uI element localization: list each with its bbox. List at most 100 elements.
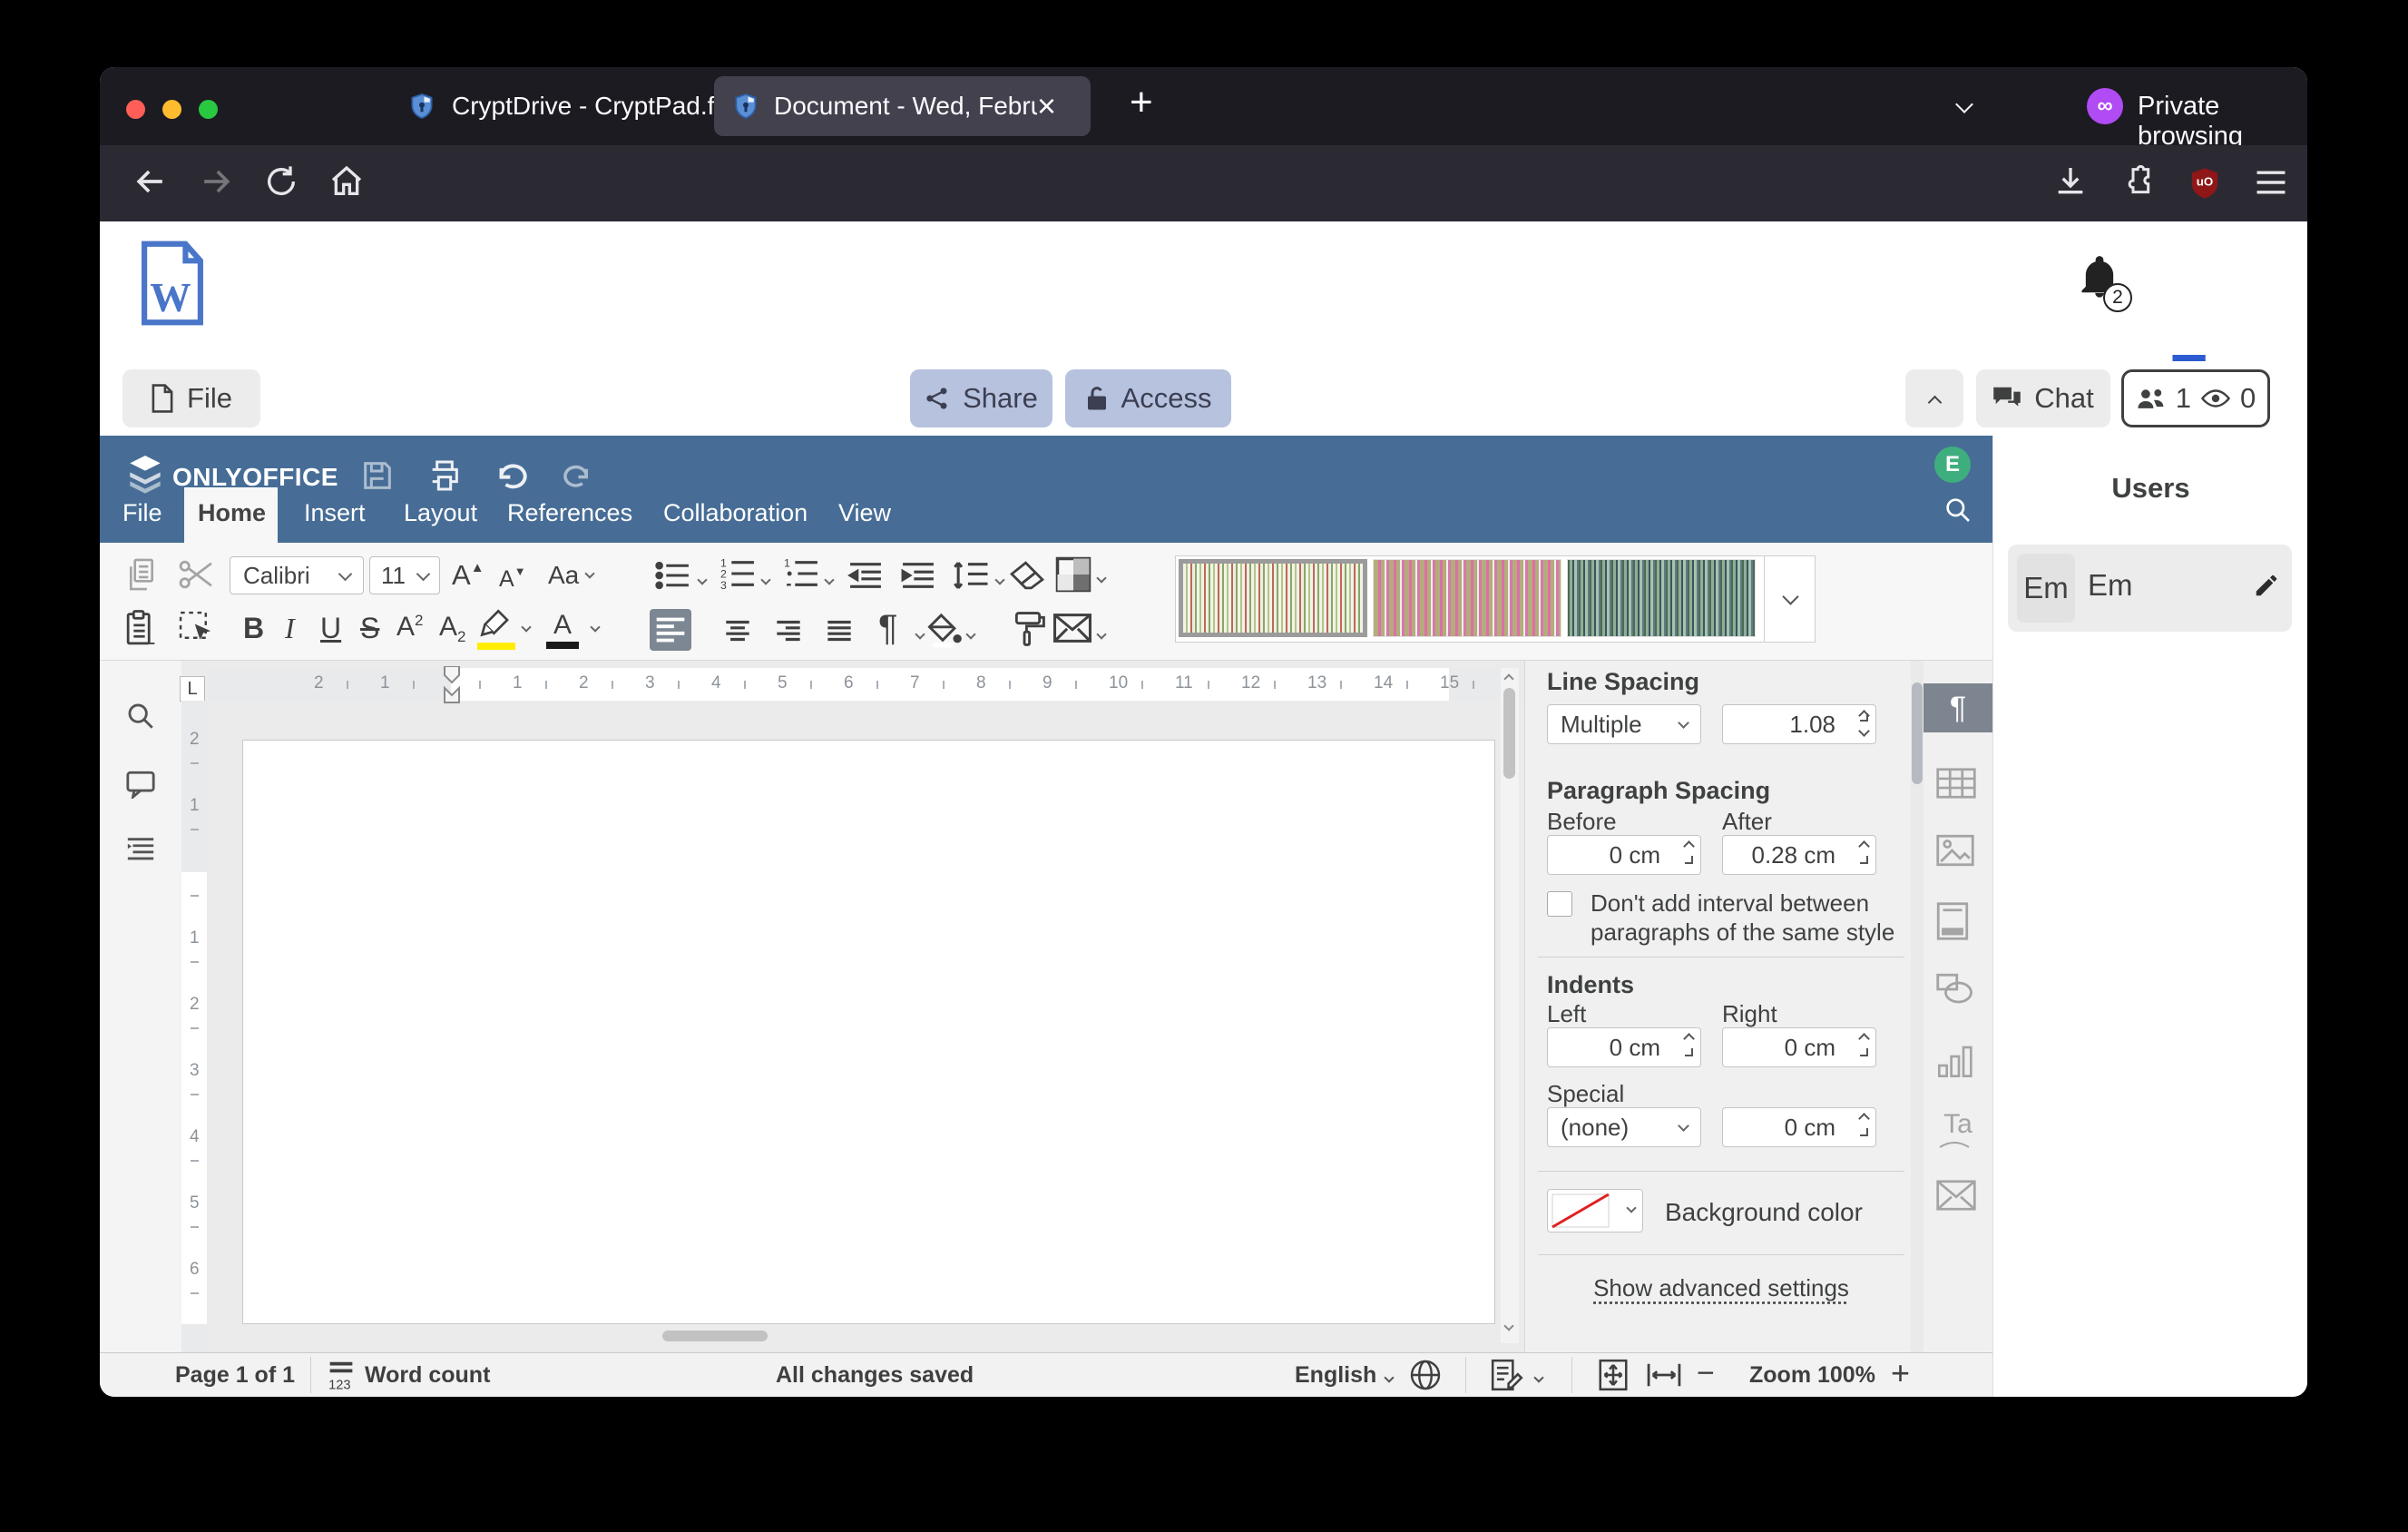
indent-left-input[interactable]: 0 cm [1547, 1027, 1701, 1067]
edit-name-pencil-icon[interactable] [2253, 572, 2280, 599]
zoom-in-button[interactable]: + [1891, 1354, 1910, 1392]
image-settings-tab[interactable] [1936, 834, 1980, 867]
table-settings-tab[interactable] [1936, 768, 1980, 800]
increase-indent-icon[interactable] [900, 559, 936, 592]
clear-style-eraser-icon[interactable] [1009, 559, 1045, 592]
background-color-swatch[interactable] [1547, 1189, 1643, 1232]
header-footer-settings-tab[interactable] [1936, 902, 1980, 935]
find-icon[interactable] [125, 701, 156, 732]
new-tab-button[interactable]: + [1130, 80, 1153, 125]
language-chevron[interactable] [1385, 1370, 1393, 1386]
strikethrough-button[interactable]: S [360, 612, 379, 645]
spacing-after-input[interactable]: 0.28 cm [1722, 835, 1876, 875]
share-button[interactable]: Share [910, 369, 1052, 427]
line-spacing-select[interactable]: Multiple [1547, 704, 1701, 744]
vertical-scrollbar-thumb[interactable] [1503, 688, 1515, 779]
reload-button[interactable] [263, 163, 299, 200]
increase-font-icon[interactable]: A▲ [452, 559, 485, 592]
menu-home-active[interactable]: Home [198, 499, 266, 527]
shape-settings-tab[interactable] [1936, 973, 1980, 1006]
fit-width-icon[interactable] [1646, 1361, 1682, 1389]
special-amount-input[interactable]: 0 cm [1722, 1107, 1876, 1147]
tab-document-active[interactable]: Document - Wed, February 5, 2 × [714, 76, 1091, 136]
font-size-select[interactable]: 11 [369, 556, 440, 594]
navigation-headings-icon[interactable] [125, 835, 156, 864]
paragraph-settings-tab-active[interactable]: ¶ [1923, 683, 1992, 732]
mail-merge-chevron[interactable] [1098, 626, 1105, 643]
tab-list-chevron-icon[interactable] [1958, 98, 1971, 115]
mail-merge-settings-tab[interactable] [1936, 1180, 1980, 1213]
menu-layout[interactable]: Layout [404, 499, 477, 527]
notifications-bell-icon[interactable]: 2 [2076, 254, 2123, 301]
page-indicator[interactable]: Page 1 of 1 [175, 1362, 295, 1389]
mail-merge-icon[interactable] [1052, 612, 1092, 644]
tab-close-icon[interactable]: × [1037, 87, 1056, 125]
menu-insert[interactable]: Insert [304, 499, 366, 527]
collapse-toolbar-button[interactable] [1905, 369, 1963, 427]
save-icon[interactable] [359, 457, 396, 494]
align-right-button[interactable] [771, 614, 806, 648]
paragraph-shading-bucket-icon[interactable] [924, 612, 962, 648]
bullet-list-chevron[interactable] [699, 572, 706, 588]
highlight-color-button[interactable] [477, 608, 515, 650]
extensions-puzzle-icon[interactable] [2119, 163, 2156, 200]
scroll-down-arrow[interactable] [1503, 1318, 1512, 1334]
spellcheck-globe-icon[interactable] [1409, 1359, 1442, 1391]
font-color-button[interactable]: A [546, 610, 579, 649]
multilevel-list-icon[interactable]: 1 [784, 555, 820, 592]
textart-settings-tab[interactable]: Ta [1936, 1109, 1980, 1142]
table-borders-icon[interactable] [1054, 555, 1092, 594]
bullet-list-icon[interactable] [655, 559, 691, 592]
fit-page-icon[interactable] [1597, 1358, 1630, 1392]
justify-button[interactable] [822, 614, 857, 648]
numbered-list-chevron[interactable] [762, 572, 769, 588]
styles-gallery-expand-chevron[interactable] [1764, 556, 1816, 642]
word-count-button[interactable]: Word count [365, 1362, 490, 1389]
presence-indicator[interactable]: 1 0 [2121, 369, 2270, 427]
access-button[interactable]: Access [1065, 369, 1231, 427]
zoom-out-button[interactable]: − [1697, 1356, 1715, 1391]
scroll-up-arrow[interactable] [1503, 670, 1512, 687]
style-thumb-normal-selected[interactable] [1179, 559, 1367, 637]
decrease-font-icon[interactable]: A▼ [499, 565, 526, 593]
bold-button[interactable]: B [243, 612, 264, 645]
line-spacing-icon[interactable] [953, 557, 989, 594]
chat-button[interactable]: Chat [1976, 369, 2110, 427]
font-color-chevron[interactable] [592, 619, 599, 635]
font-name-select[interactable]: Calibri [230, 556, 364, 594]
italic-button[interactable]: I [285, 612, 295, 645]
ublock-origin-icon[interactable]: uO [2187, 165, 2223, 201]
indent-marker[interactable] [439, 666, 465, 704]
track-changes-icon[interactable] [1490, 1358, 1524, 1392]
underline-button[interactable]: U [320, 612, 341, 645]
document-page[interactable] [242, 740, 1495, 1324]
menu-view[interactable]: View [838, 499, 891, 527]
decrease-indent-icon[interactable] [847, 559, 884, 592]
numbered-list-icon[interactable]: 123 [720, 555, 757, 592]
paste-icon[interactable] [123, 610, 158, 646]
language-selector[interactable]: English [1295, 1362, 1376, 1389]
line-spacing-chevron[interactable] [996, 572, 1003, 588]
nonprinting-chars-chevron[interactable] [916, 626, 924, 643]
panel-scrollbar-thumb[interactable] [1912, 683, 1923, 784]
chart-settings-tab[interactable] [1936, 1044, 1980, 1076]
style-thumb-3[interactable] [1567, 559, 1756, 637]
subscript-button[interactable]: A2 [439, 612, 465, 646]
special-select[interactable]: (none) [1547, 1107, 1701, 1147]
copy-style-roller-icon[interactable] [1011, 610, 1045, 648]
superscript-button[interactable]: A2 [396, 612, 423, 643]
paragraph-shading-chevron[interactable] [967, 626, 974, 643]
user-card[interactable]: Em Em [2008, 545, 2292, 632]
menu-collaboration[interactable]: Collaboration [663, 499, 808, 527]
style-thumb-2[interactable] [1373, 559, 1561, 637]
horizontal-scrollbar-thumb[interactable] [662, 1331, 768, 1341]
multilevel-list-chevron[interactable] [826, 572, 833, 588]
table-borders-chevron[interactable] [1098, 570, 1105, 586]
search-icon[interactable] [1943, 496, 1972, 525]
nonprinting-chars-button[interactable]: ¶ [878, 608, 897, 649]
indent-right-input[interactable]: 0 cm [1722, 1027, 1876, 1067]
show-advanced-settings-link[interactable]: Show advanced settings [1538, 1274, 1904, 1302]
downloads-icon[interactable] [2052, 163, 2089, 200]
print-icon[interactable] [426, 457, 463, 494]
collaborator-avatar[interactable]: E [1934, 447, 1971, 483]
